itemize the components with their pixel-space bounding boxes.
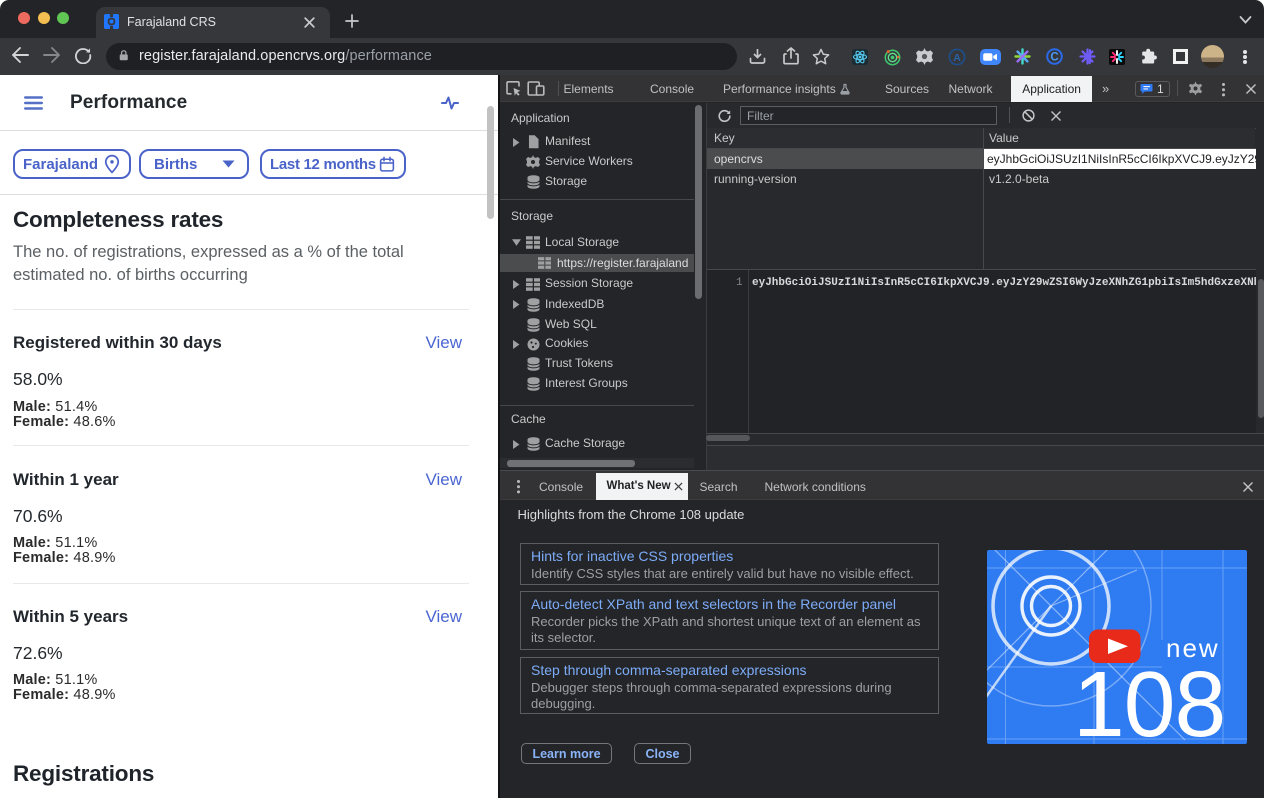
svg-text:C: C [1050,52,1058,64]
svg-text:108: 108 [1073,652,1225,744]
svg-text:A: A [953,52,961,64]
